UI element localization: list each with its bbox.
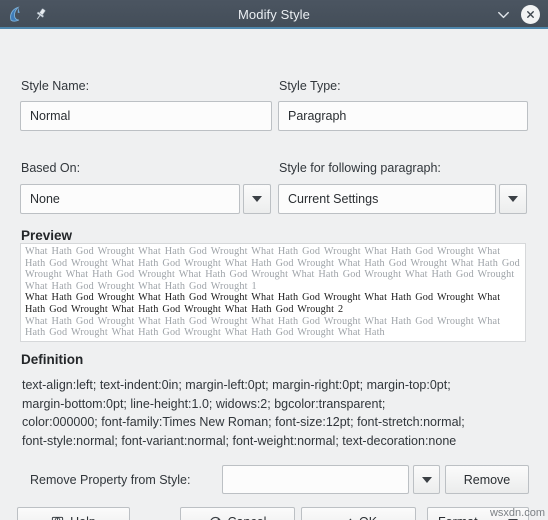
- window-title: Modify Style: [237, 7, 310, 22]
- chevron-down-icon: [252, 196, 262, 202]
- check-icon: [340, 516, 353, 520]
- abiword-logo-icon: [7, 5, 26, 24]
- definition-line: text-align:left; text-indent:0in; margin…: [22, 378, 451, 392]
- remove-button[interactable]: Remove: [445, 465, 529, 494]
- definition-heading: Definition: [21, 352, 84, 367]
- definition-line: margin-bottom:0pt; line-height:1.0; wido…: [22, 396, 386, 411]
- definition-line: font-style:normal; font-variant:normal; …: [22, 433, 457, 448]
- style-for-following-dropdown-button[interactable]: [499, 184, 527, 214]
- based-on-dropdown-button[interactable]: [243, 184, 271, 214]
- cancel-button[interactable]: Cancel: [180, 507, 295, 520]
- preview-heading: Preview: [21, 228, 73, 243]
- help-button-label: Help: [70, 515, 96, 520]
- style-for-following-label: Style for following paragraph:: [279, 161, 441, 175]
- pin-icon[interactable]: [33, 7, 48, 22]
- watermark: wsxdn.com: [489, 507, 545, 519]
- based-on-combobox[interactable]: None: [20, 184, 240, 214]
- ok-button-label: OK: [359, 515, 377, 520]
- preview-paragraph-before: What Hath God Wrought What Hath God Wrou…: [25, 246, 520, 292]
- chevron-down-icon: [421, 476, 432, 483]
- cancel-button-label: Cancel: [228, 515, 267, 520]
- based-on-label: Based On:: [21, 161, 81, 175]
- help-globe-icon: [51, 516, 64, 520]
- cancel-circle-slash-icon: [209, 516, 222, 520]
- format-button-label: Format: [438, 515, 478, 520]
- window-titlebar: Modify Style: [0, 0, 548, 29]
- remove-property-input[interactable]: [222, 465, 409, 494]
- remove-property-label: Remove Property from Style:: [30, 473, 191, 487]
- chevron-down-icon: [508, 196, 518, 202]
- remove-button-label: Remove: [463, 472, 511, 487]
- titlebar-left-icons: [7, 5, 48, 24]
- style-preview-box: What Hath God Wrought What Hath God Wrou…: [20, 243, 526, 342]
- definition-text: text-align:left; text-indent:0in; margin…: [22, 376, 530, 450]
- style-name-label: Style Name:: [21, 79, 90, 93]
- style-type-input[interactable]: Paragraph: [278, 101, 528, 131]
- style-for-following-combobox[interactable]: Current Settings: [278, 184, 496, 214]
- definition-line: color:000000; font-family:Times New Roma…: [22, 415, 465, 430]
- style-name-input[interactable]: Normal: [20, 101, 272, 131]
- close-icon[interactable]: [521, 5, 540, 24]
- remove-property-dropdown-button[interactable]: [413, 465, 440, 494]
- help-button[interactable]: Help: [17, 507, 130, 520]
- titlebar-controls: [495, 5, 540, 24]
- ok-button[interactable]: OK: [301, 507, 416, 520]
- preview-paragraph-after: What Hath God Wrought What Hath God Wrou…: [25, 315, 501, 339]
- dialog-body: Style Name: Style Type: Normal Paragraph…: [0, 29, 548, 520]
- chevron-down-icon[interactable]: [495, 6, 512, 23]
- style-type-label: Style Type:: [279, 79, 341, 93]
- preview-paragraph-current: What Hath God Wrought What Hath God Wrou…: [25, 292, 501, 315]
